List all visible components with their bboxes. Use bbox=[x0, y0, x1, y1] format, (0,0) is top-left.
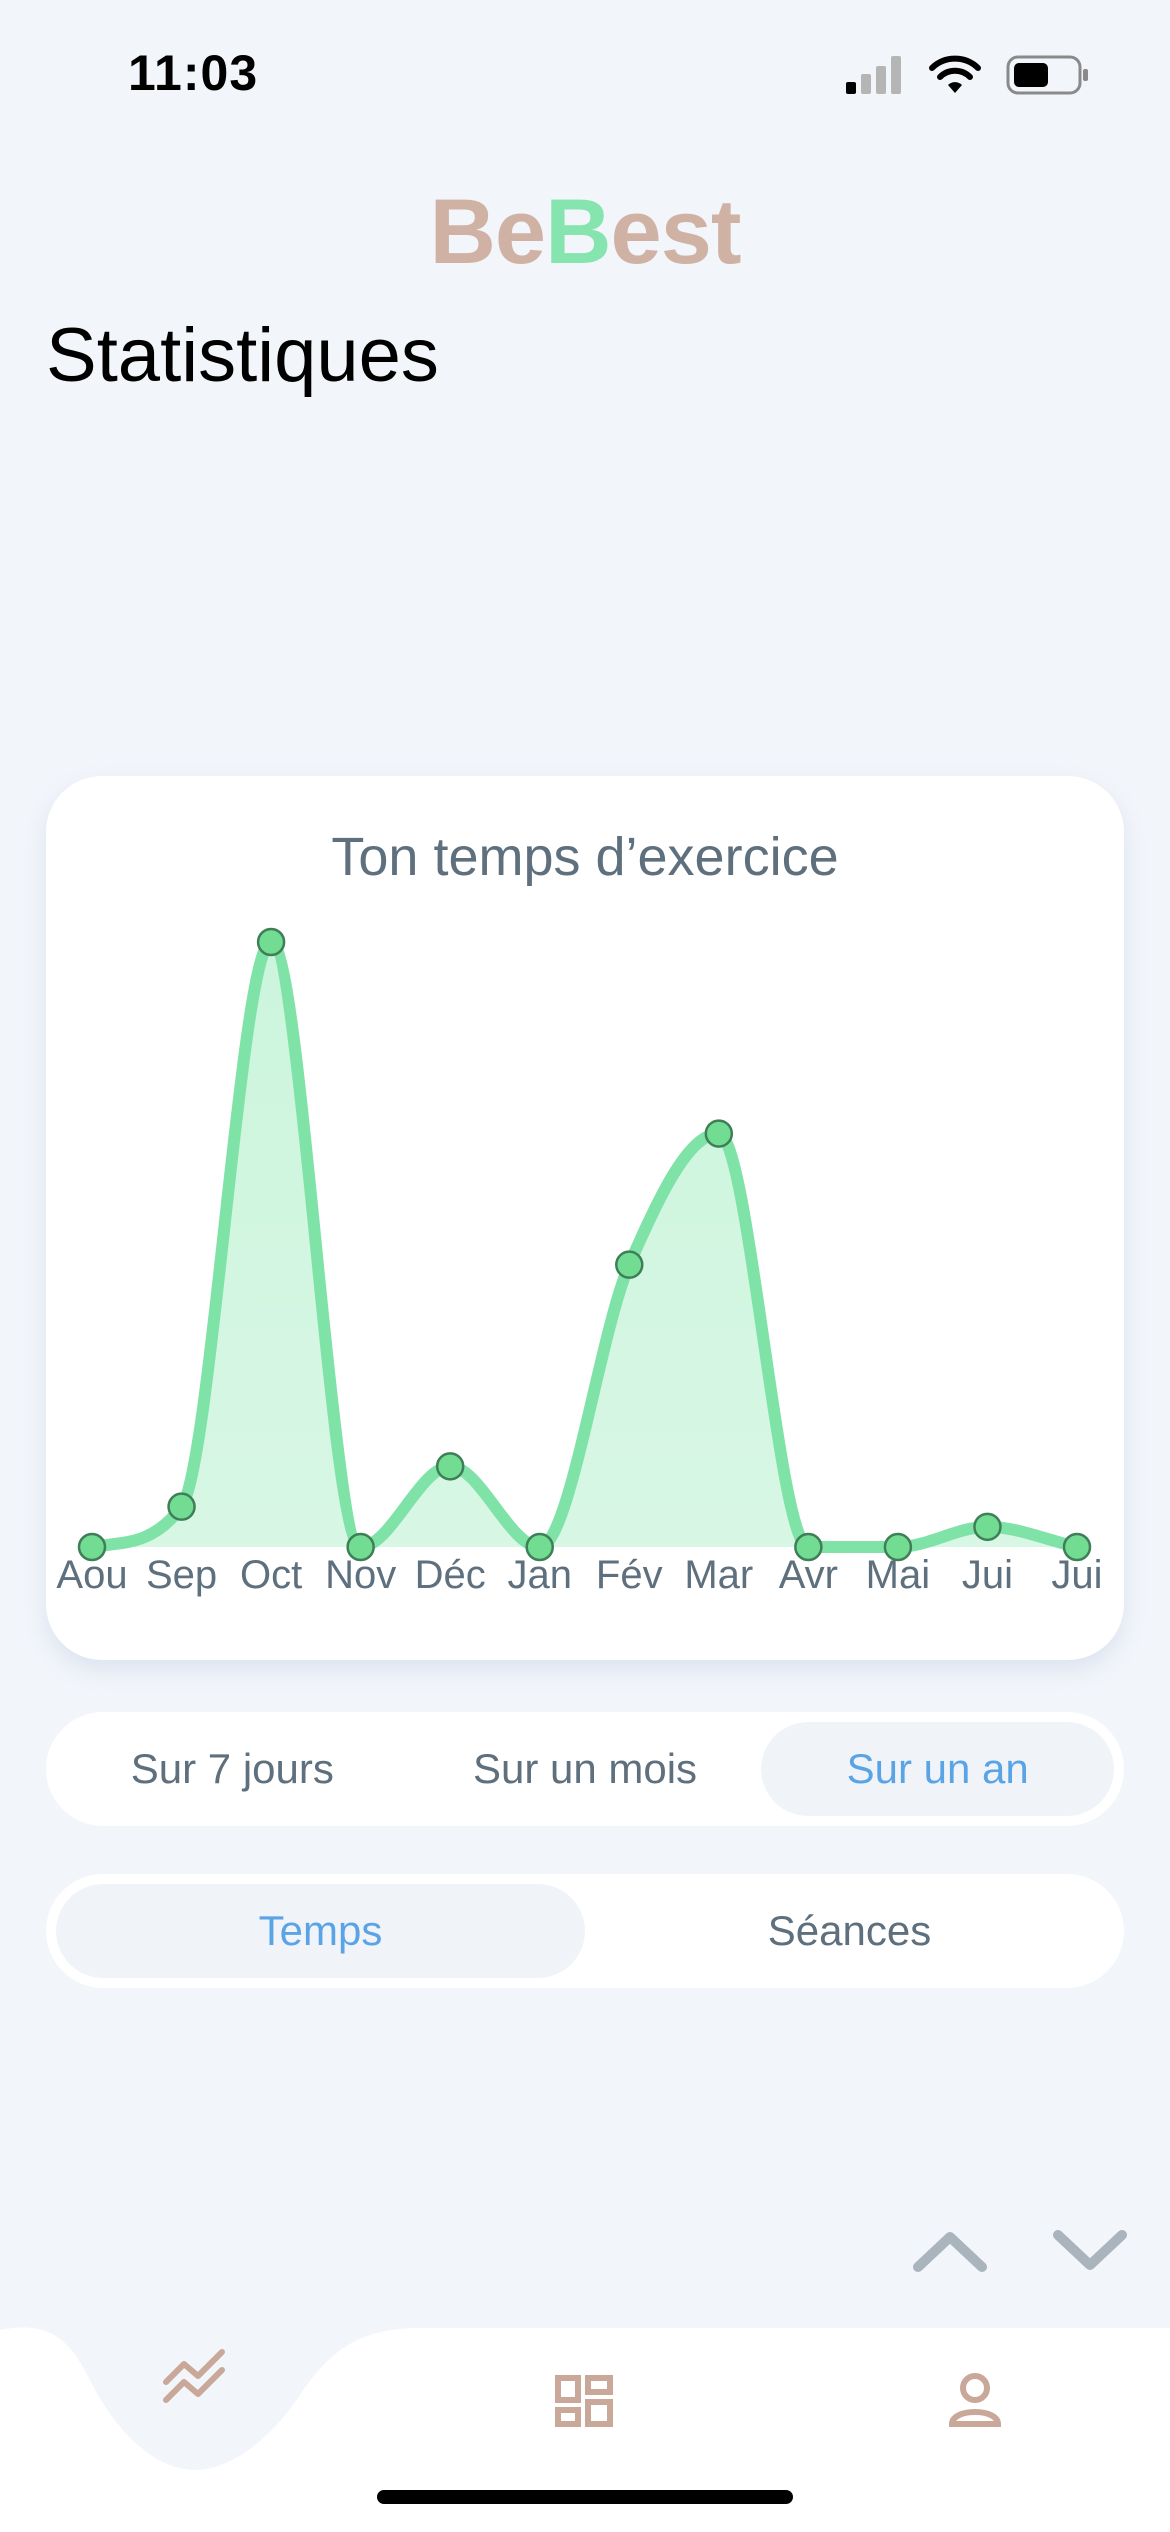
logo-part-be: Be bbox=[429, 181, 546, 283]
x-tick-label: Avr bbox=[779, 1553, 838, 1597]
x-tick-label: Jan bbox=[507, 1553, 572, 1597]
chart-point-2[interactable] bbox=[256, 927, 286, 957]
x-tick-label: Fév bbox=[596, 1553, 663, 1597]
wifi-icon bbox=[929, 55, 981, 93]
x-tick-label: Aou bbox=[56, 1553, 127, 1597]
status-bar: 11:03 bbox=[0, 0, 1170, 150]
chevron-down-icon[interactable] bbox=[1050, 2225, 1130, 2275]
x-tick-label: Jui bbox=[1051, 1553, 1102, 1597]
chart-point-7[interactable] bbox=[704, 1119, 734, 1148]
metric-option-time[interactable]: Temps bbox=[56, 1884, 585, 1978]
app-logo: BeBest bbox=[0, 180, 1170, 285]
x-tick-label: Mai bbox=[866, 1553, 930, 1597]
cellular-signal-icon bbox=[846, 56, 901, 94]
metric-selector: Temps Séances bbox=[46, 1874, 1124, 1988]
period-option-7-days[interactable]: Sur 7 jours bbox=[56, 1722, 409, 1816]
status-icons bbox=[846, 54, 1090, 96]
chart-point-6[interactable] bbox=[615, 1250, 644, 1279]
battery-icon bbox=[1006, 55, 1088, 95]
period-selector: Sur 7 jours Sur un mois Sur un an bbox=[46, 1712, 1124, 1826]
chart-point-4[interactable] bbox=[435, 1452, 465, 1481]
x-tick-label: Jui bbox=[962, 1553, 1013, 1597]
x-tick-label: Nov bbox=[325, 1553, 396, 1597]
logo-part-b: B bbox=[545, 181, 611, 283]
exercise-time-chart: Aou Sep Oct Nov Déc Jan Fév Mar Avr Mai Jui Jui bbox=[56, 927, 1103, 1597]
home-indicator bbox=[377, 2490, 793, 2504]
chart-point-1[interactable] bbox=[167, 1492, 196, 1521]
chart-point-10[interactable] bbox=[973, 1512, 1002, 1542]
x-tick-label: Sep bbox=[146, 1553, 217, 1597]
scroll-arrows bbox=[910, 2225, 1130, 2275]
logo-part-est: est bbox=[610, 181, 742, 283]
trend-chart-icon bbox=[163, 2349, 225, 2403]
chart-card: Aou Sep Oct Nov Déc Jan Fév Mar Avr Mai Jui Jui Ton… bbox=[46, 776, 1124, 1660]
chart-title: Ton temps d’exercice bbox=[331, 827, 839, 887]
metric-option-sessions[interactable]: Séances bbox=[585, 1884, 1114, 1978]
page-title: Statistiques bbox=[46, 313, 439, 398]
status-time: 11:03 bbox=[128, 45, 259, 101]
period-option-year[interactable]: Sur un an bbox=[761, 1722, 1115, 1816]
chevron-up-icon[interactable] bbox=[910, 2225, 990, 2275]
period-option-month[interactable]: Sur un mois bbox=[409, 1722, 762, 1816]
x-tick-label: Oct bbox=[240, 1553, 302, 1597]
nav-stats-tab[interactable] bbox=[163, 2349, 225, 2403]
x-tick-label: Mar bbox=[684, 1553, 753, 1597]
x-tick-label: Déc bbox=[415, 1553, 486, 1597]
